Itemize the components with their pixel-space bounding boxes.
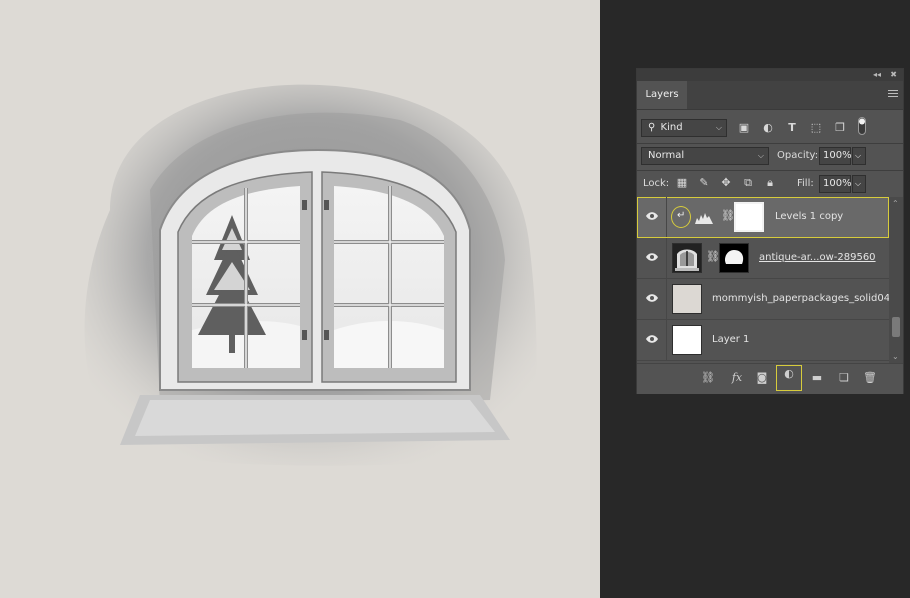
layers-list: ↵ ⛓ Levels 1 copy ⛓ antique-ar...ow-2895… — [637, 197, 890, 363]
layer-image-thumbnail[interactable] — [672, 325, 702, 355]
lock-transparent-pixels-icon[interactable]: ▦ — [675, 176, 689, 190]
lock-position-icon[interactable]: ✥ — [719, 176, 733, 190]
lock-image-pixels-icon[interactable]: ✎ — [697, 176, 711, 190]
layer-image-thumbnail[interactable] — [672, 243, 702, 273]
prevent-auto-nesting-icon[interactable]: ⧉ — [741, 176, 755, 190]
layer-image-thumbnail[interactable] — [672, 284, 702, 314]
eye-icon — [646, 253, 658, 261]
tab-layers[interactable]: Layers — [637, 81, 687, 109]
canvas-artwork — [84, 84, 537, 466]
add-mask-icon[interactable]: ◙ — [753, 370, 771, 386]
layer-mask-thumbnail[interactable] — [734, 202, 764, 232]
layer-mask-thumbnail[interactable] — [719, 243, 749, 273]
chain-link-icon[interactable]: ⛓ — [721, 209, 735, 222]
fx-layer-style-icon[interactable]: fx — [728, 370, 746, 386]
smart-object-filter-icon[interactable]: ❐ — [833, 121, 847, 135]
layer-row-paper-solid[interactable]: mommyish_paperpackages_solid04 — [637, 279, 890, 320]
chevron-up-icon[interactable]: ⌃ — [892, 199, 899, 208]
layer-visibility-toggle[interactable] — [637, 238, 667, 278]
layer-visibility-toggle[interactable] — [637, 320, 667, 360]
layer-name[interactable]: Layer 1 — [712, 334, 749, 346]
chevron-down-icon: ⌵ — [855, 151, 862, 160]
document-canvas[interactable] — [0, 0, 600, 598]
fill-input[interactable]: 100% — [819, 175, 852, 193]
shape-layer-filter-icon[interactable]: ⬚ — [809, 121, 823, 135]
lock-all-icon[interactable]: 🔒︎ — [763, 176, 777, 190]
pixel-layer-filter-icon[interactable]: ▣ — [737, 121, 751, 135]
opacity-input[interactable]: 100% — [819, 147, 852, 165]
opacity-label: Opacity: — [777, 150, 819, 161]
eye-icon — [646, 294, 658, 302]
trash-icon[interactable]: 🗑︎ — [861, 370, 879, 386]
filter-kind-dropdown[interactable]: ⚲ Kind ⌵ — [641, 119, 727, 137]
layer-name[interactable]: Levels 1 copy — [775, 211, 843, 223]
layers-scrollbar[interactable]: ⌃ ⌄ — [889, 197, 903, 363]
opacity-slider-toggle[interactable]: ⌵ — [852, 147, 866, 165]
layers-panel: ◂◂ ✖ Layers ⚲ Kind ⌵ ▣ ◐ T ⬚ ❐ Normal ⌵ … — [636, 68, 904, 394]
chevron-down-icon: ⌵ — [855, 179, 862, 188]
levels-histogram-icon — [695, 213, 713, 224]
chevron-down-icon: ⌵ — [757, 151, 764, 160]
chevron-down-icon: ⌵ — [715, 123, 722, 132]
blend-mode-dropdown[interactable]: Normal ⌵ — [641, 147, 769, 165]
double-chevron-icon[interactable]: ◂◂ — [873, 70, 881, 80]
layer-visibility-toggle[interactable] — [637, 279, 667, 319]
layer-name[interactable]: mommyish_paperpackages_solid04 — [712, 293, 890, 305]
chevron-down-icon[interactable]: ⌄ — [892, 352, 899, 361]
layers-panel-footer: ⛓ fx ◙ ◐ ▬ ❏ 🗑︎ — [637, 363, 903, 394]
filter-kind-label: Kind — [660, 122, 683, 133]
link-layers-icon[interactable]: ⛓ — [699, 370, 717, 386]
blend-mode-value: Normal — [648, 150, 685, 161]
panel-menu-icon[interactable] — [888, 90, 898, 99]
clip-arrow-icon: ↵ — [677, 210, 686, 221]
search-icon: ⚲ — [648, 122, 656, 133]
adjustment-layer-filter-icon[interactable]: ◐ — [761, 121, 775, 135]
scrollbar-thumb[interactable] — [892, 317, 900, 337]
type-layer-filter-icon[interactable]: T — [785, 121, 799, 135]
new-group-folder-icon[interactable]: ▬ — [808, 370, 826, 386]
fill-slider-toggle[interactable]: ⌵ — [852, 175, 866, 193]
clipping-mask-indicator: ↵ — [671, 206, 691, 228]
layer-name[interactable]: antique-ar...ow-289560 — [759, 252, 876, 264]
close-icon[interactable]: ✖ — [890, 70, 897, 80]
new-layer-icon[interactable]: ❏ — [835, 370, 853, 386]
layer-visibility-toggle[interactable] — [637, 197, 667, 237]
lock-label: Lock: — [643, 178, 670, 189]
new-fill-adjustment-layer-icon[interactable]: ◐ — [776, 365, 802, 391]
panel-tab-bar: Layers — [637, 81, 903, 110]
layer-row-antique-window[interactable]: ⛓ antique-ar...ow-289560 — [637, 238, 889, 279]
layer-row-layer-1[interactable]: Layer 1 — [637, 320, 889, 361]
panel-title-bar: ◂◂ ✖ — [637, 69, 903, 81]
eye-icon — [646, 335, 658, 343]
filter-toggle-icon[interactable] — [857, 117, 867, 137]
chain-link-icon[interactable]: ⛓ — [706, 250, 720, 263]
layer-row-levels-1-copy[interactable]: ↵ ⛓ Levels 1 copy — [637, 197, 889, 238]
eye-icon — [646, 212, 658, 220]
fill-label: Fill: — [797, 178, 814, 189]
